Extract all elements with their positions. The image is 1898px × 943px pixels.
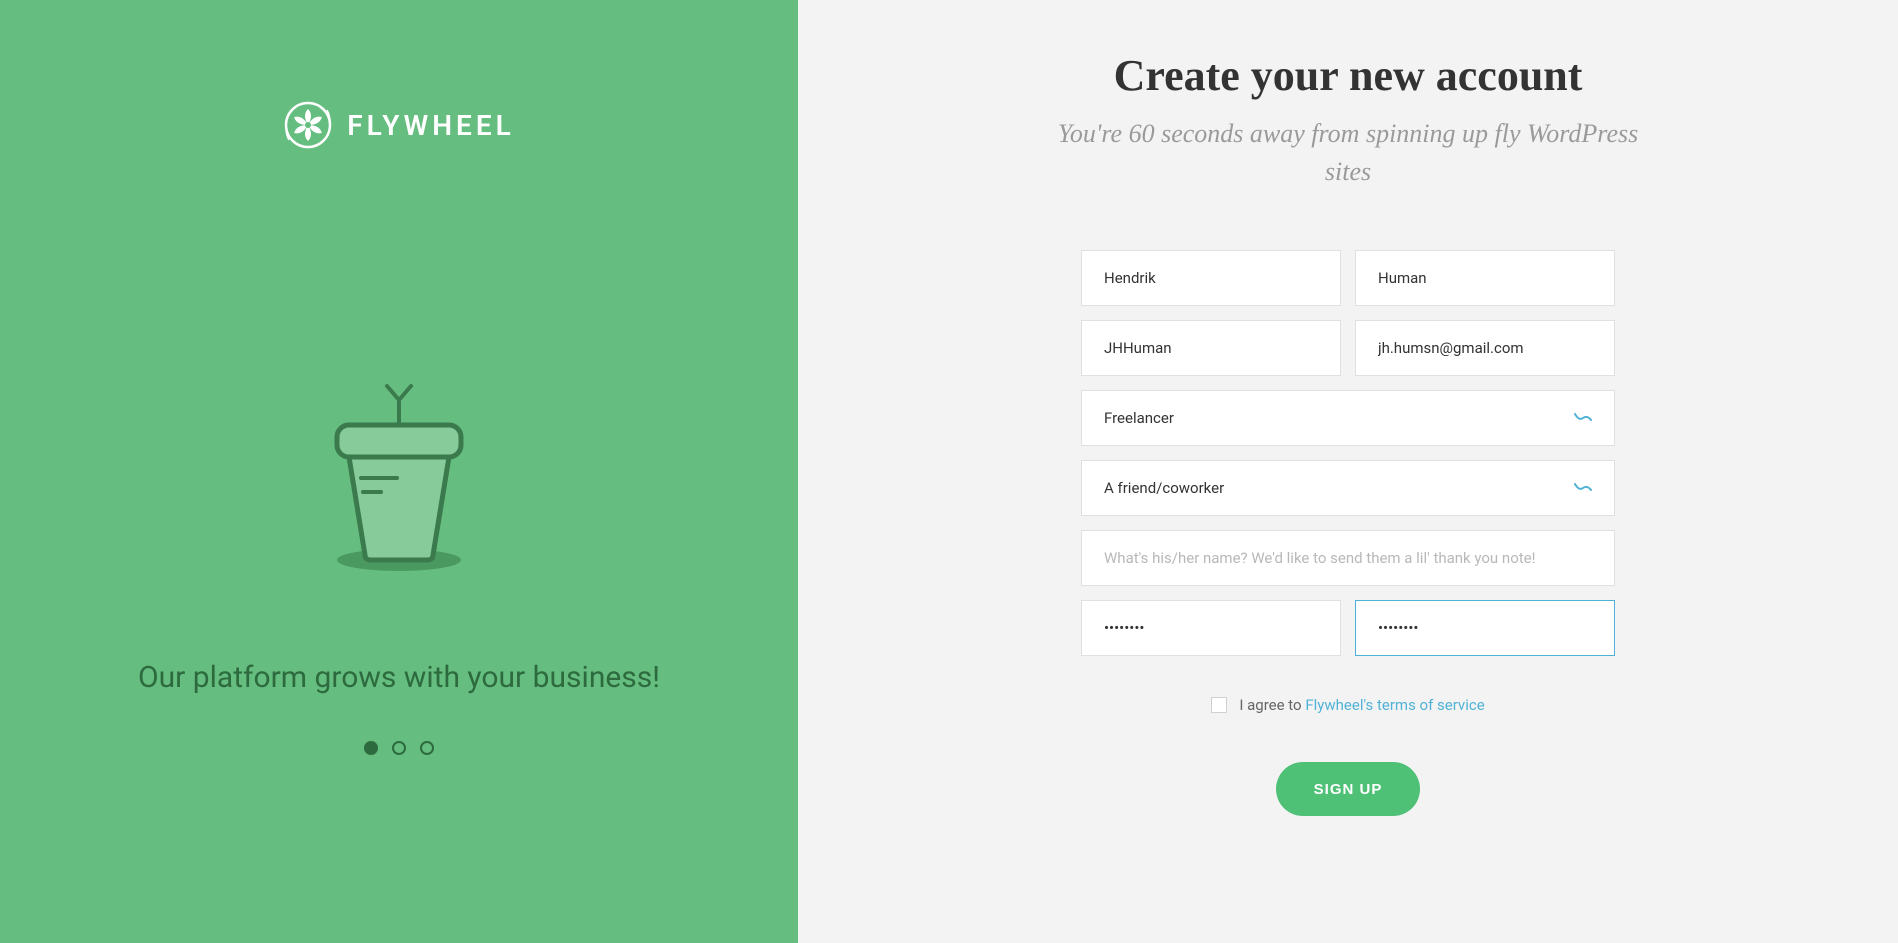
agree-text: I agree to Flywheel's terms of service [1239, 696, 1484, 714]
carousel-dots [364, 741, 434, 755]
illustration: Our platform grows with your business! [138, 380, 660, 755]
chevron-down-icon [1574, 409, 1592, 427]
chevron-down-icon [1574, 479, 1592, 497]
page-title: Create your new account [1114, 50, 1583, 101]
signup-button[interactable]: SIGN UP [1276, 762, 1421, 816]
referral-name-input[interactable] [1081, 530, 1615, 586]
email-input[interactable] [1355, 320, 1615, 376]
signup-form: Freelancer A friend/coworker I agree to … [1081, 250, 1615, 816]
referral-source-select[interactable]: A friend/coworker [1081, 460, 1615, 516]
first-name-input[interactable] [1081, 250, 1341, 306]
left-panel: FLYWHEEL Our platform grows with your bu… [0, 0, 798, 943]
username-input[interactable] [1081, 320, 1341, 376]
carousel-dot-3[interactable] [420, 741, 434, 755]
password-confirm-input[interactable] [1355, 600, 1615, 656]
carousel-dot-2[interactable] [392, 741, 406, 755]
right-panel: Create your new account You're 60 second… [798, 0, 1898, 943]
agree-checkbox[interactable] [1211, 697, 1227, 713]
plant-pot-icon [299, 380, 499, 580]
page-subtitle: You're 60 seconds away from spinning up … [1048, 115, 1648, 190]
brand-name: FLYWHEEL [347, 109, 515, 142]
agree-row: I agree to Flywheel's terms of service [1081, 696, 1615, 714]
role-select[interactable]: Freelancer [1081, 390, 1615, 446]
carousel-dot-1[interactable] [364, 741, 378, 755]
brand-logo: FLYWHEEL [283, 100, 515, 150]
agree-text-prefix: I agree to [1239, 696, 1305, 714]
tos-link[interactable]: Flywheel's terms of service [1305, 696, 1484, 714]
password-input[interactable] [1081, 600, 1341, 656]
last-name-input[interactable] [1355, 250, 1615, 306]
role-select-value: Freelancer [1104, 409, 1574, 427]
referral-source-value: A friend/coworker [1104, 479, 1574, 497]
flywheel-icon [283, 100, 333, 150]
tagline: Our platform grows with your business! [138, 660, 660, 695]
